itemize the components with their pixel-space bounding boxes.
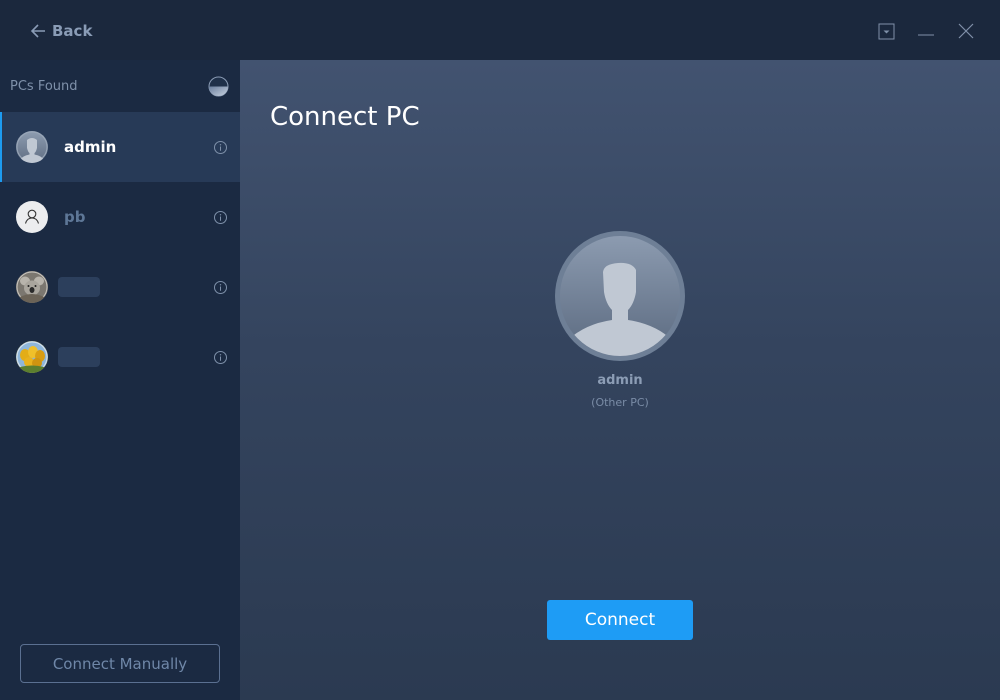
tulips-photo-avatar [16,341,48,373]
pc-list-item-redacted-1[interactable] [0,252,240,322]
redacted-pc-name [58,277,100,297]
title-bar: Back [0,0,1000,60]
redacted-pc-name [58,347,100,367]
info-icon[interactable] [214,211,227,224]
app-window: Back PCs Found admin pb Connect Manually… [0,0,1000,700]
selected-pc-name: admin [597,373,643,388]
info-icon[interactable] [214,281,227,294]
info-icon[interactable] [214,351,227,364]
minimize-button[interactable] [915,20,937,42]
selected-pc-avatar [555,231,685,361]
pc-list-item-redacted-2[interactable] [0,322,240,392]
selected-pc-type: (Other PC) [591,396,649,409]
back-button[interactable]: Back [30,19,92,43]
dropdown-box-icon [878,23,894,39]
outline-user-avatar [16,201,48,233]
user-silhouette-icon [568,262,672,356]
arrow-left-icon [30,24,45,38]
pc-name: pb [64,208,86,226]
dropdown-menu-button[interactable] [875,20,897,42]
koala-photo-avatar [16,271,48,303]
pc-list-item-admin[interactable]: admin [0,112,240,182]
page-title: Connect PC [270,102,420,132]
minimize-icon [918,34,934,36]
connect-manually-button[interactable]: Connect Manually [20,644,220,683]
loading-spinner-icon [208,76,229,96]
close-icon [958,23,974,39]
connect-button[interactable]: Connect [547,600,693,640]
back-label: Back [52,22,93,40]
sidebar-title: PCs Found [10,78,78,94]
main-panel: Connect PC admin (Other PC) Connect [240,60,1000,700]
close-button[interactable] [955,20,977,42]
default-user-avatar [16,131,48,163]
info-icon[interactable] [214,141,227,154]
sidebar: PCs Found admin pb Connect Manually [0,60,240,700]
pc-list-item-pb[interactable]: pb [0,182,240,252]
sidebar-header: PCs Found [0,60,240,112]
pc-name: admin [64,138,117,156]
